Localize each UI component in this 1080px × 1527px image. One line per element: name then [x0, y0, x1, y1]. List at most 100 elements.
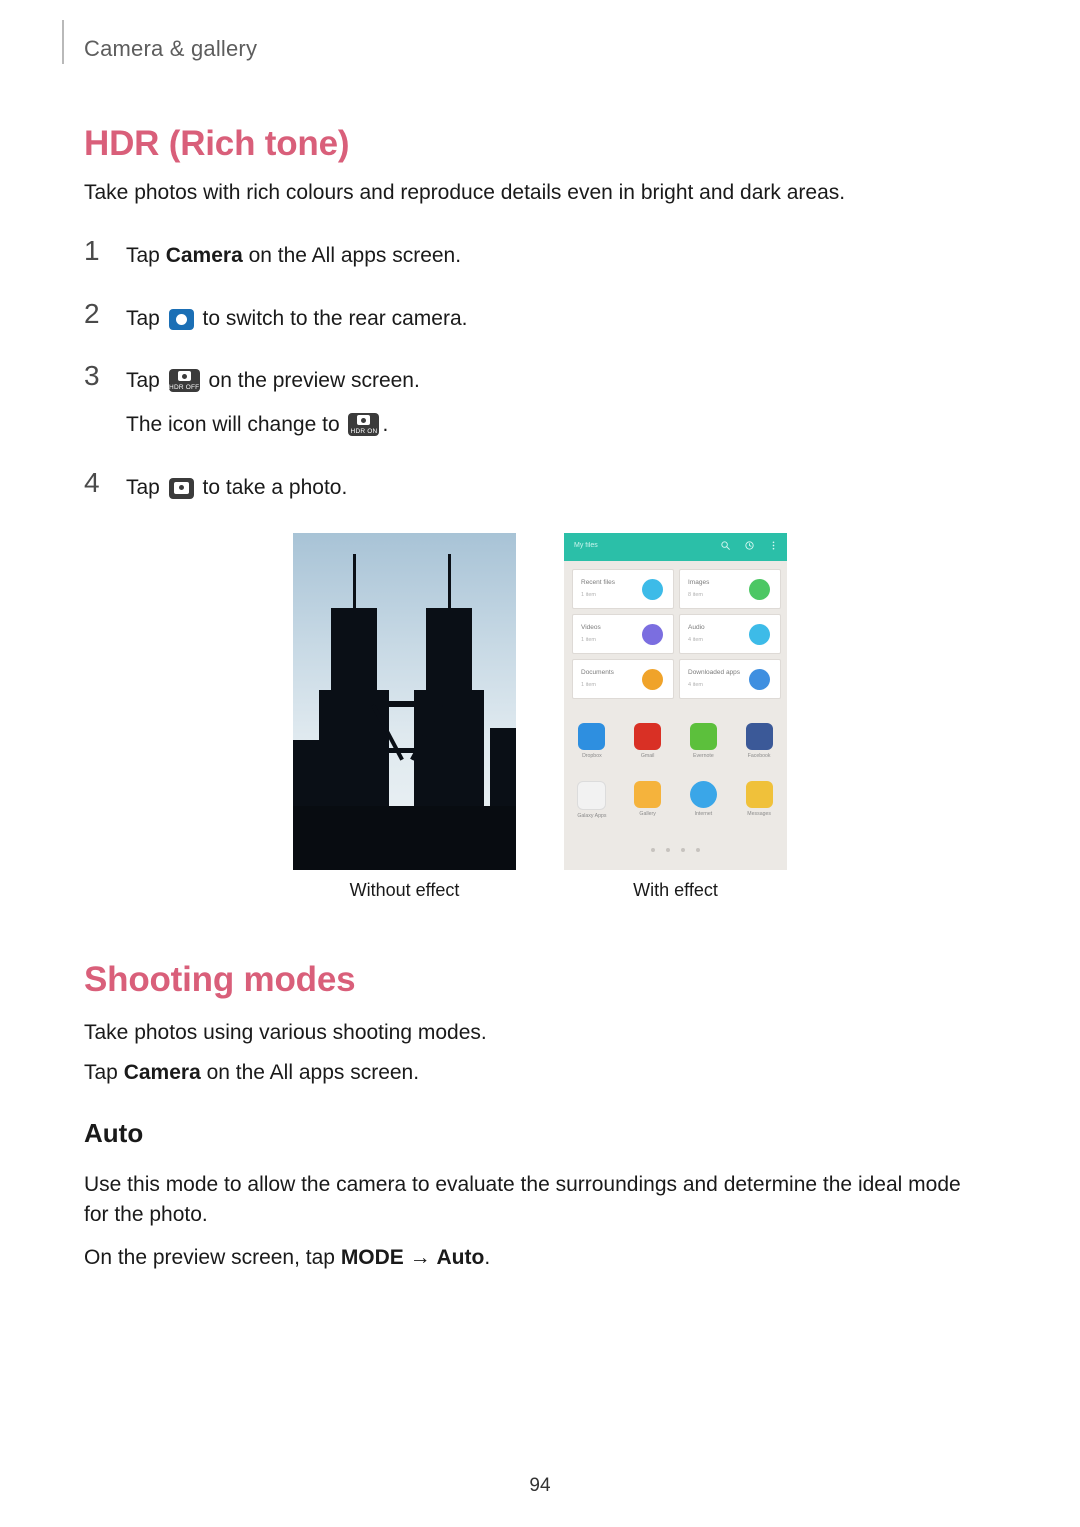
app-label: Dropbox [582, 753, 602, 759]
app-shortcut[interactable]: Messages [736, 781, 782, 819]
shooting-action-bold: Camera [123, 1061, 201, 1084]
step-2-post: to switch to the rear camera. [196, 307, 468, 330]
auto-action-arrow: → [403, 1246, 437, 1269]
step-3-sub-text: The icon will change to HDR ON. [126, 409, 984, 440]
app-label: Galaxy Apps [577, 813, 607, 819]
app-shortcut[interactable]: Internet [680, 781, 726, 819]
internet-icon [689, 781, 717, 808]
card-documents[interactable]: Documents 1 item [572, 659, 674, 699]
page-title-hdr: HDR (Rich tone) [84, 124, 350, 163]
app-shortcut[interactable]: Galaxy Apps [569, 781, 615, 819]
step-4-pre: Tap [126, 476, 166, 499]
page-indicator-dots [564, 848, 787, 852]
facebook-icon [745, 723, 773, 750]
evernote-icon [689, 723, 717, 750]
more-options-icon [772, 541, 775, 550]
apps-row-2: Galaxy Apps Gallery Internet Messages [564, 781, 787, 819]
step-2-pre: Tap [126, 307, 166, 330]
skybridge-lower [353, 748, 456, 753]
audio-icon [749, 624, 770, 645]
messages-icon [745, 781, 773, 808]
page-dot [696, 848, 700, 852]
card-subtitle: 1 item [581, 637, 596, 643]
card-audio[interactable]: Audio 4 item [679, 614, 781, 654]
auto-action-bold-mode: MODE [340, 1246, 404, 1269]
card-title: Downloaded apps [688, 669, 741, 676]
step-2-number: 2 [84, 298, 100, 329]
photo-foreground [293, 806, 516, 870]
card-subtitle: 4 item [688, 637, 703, 643]
card-subtitle: 1 item [581, 592, 596, 598]
page-dot [681, 848, 685, 852]
step-4-post: to take a photo. [196, 476, 348, 499]
step-2-text: Tap to switch to the rear camera. [126, 303, 984, 334]
app-label: Gallery [639, 811, 656, 817]
auto-description: Use this mode to allow the camera to eva… [84, 1173, 961, 1226]
card-title: Images [688, 579, 710, 586]
step-1-text: Tap Camera on the All apps screen. [126, 240, 984, 271]
caption-with-effect: With effect [633, 880, 718, 900]
shooting-action-post: on the All apps screen. [200, 1061, 420, 1084]
card-title: Audio [688, 624, 705, 631]
app-shortcut[interactable]: Facebook [736, 723, 782, 759]
step-3-subline: The icon will change to HDR ON. [84, 409, 984, 440]
hdr-off-icon: HDR OFF [168, 369, 200, 392]
step-2: 2 Tap to switch to the rear camera. [84, 298, 984, 334]
card-title: Documents [581, 669, 614, 676]
step-3-text: Tap HDR OFF on the preview screen. [126, 365, 984, 396]
card-recent-files[interactable]: Recent files 1 item [572, 569, 674, 609]
app-shortcut[interactable]: Evernote [680, 723, 726, 759]
step-3-sub-post: . [382, 413, 389, 436]
step-3-post: on the preview screen. [202, 369, 420, 392]
step-3-sub-pre: The icon will change to [126, 413, 346, 436]
videos-icon [642, 624, 663, 645]
recent-files-icon [642, 579, 663, 600]
hdr-intro-text: Take photos with rich colours and reprod… [84, 181, 846, 204]
search-icon [721, 541, 730, 550]
app-label: Evernote [692, 753, 714, 759]
figure-with-effect: My files Recent files 1 item Images 8 it… [564, 533, 787, 870]
app-bar-actions [720, 540, 779, 551]
app-bar-title: My files [574, 542, 598, 549]
hdr-on-icon: HDR ON [348, 413, 380, 436]
downloaded-apps-icon [749, 669, 770, 690]
app-label: Messages [747, 811, 771, 817]
app-shortcut[interactable]: Gallery [625, 781, 671, 819]
page-number: 94 [529, 1475, 551, 1496]
step-3-pre: Tap [126, 369, 166, 392]
card-downloaded-apps[interactable]: Downloaded apps 4 item [679, 659, 781, 699]
step-1-post: on the All apps screen. [242, 244, 462, 267]
switch-camera-icon [168, 309, 194, 330]
page-dot [651, 848, 655, 852]
subsection-title-auto: Auto [84, 1118, 144, 1148]
app-shortcut[interactable]: Dropbox [569, 723, 615, 759]
step-3-number: 3 [84, 360, 100, 391]
step-1: 1 Tap Camera on the All apps screen. [84, 235, 984, 271]
card-videos[interactable]: Videos 1 item [572, 614, 674, 654]
hdr-off-camera-glyph [177, 371, 191, 381]
hdr-on-label: HDR ON [350, 428, 378, 435]
hdr-off-label: HDR OFF [169, 384, 200, 391]
galaxy-apps-icon [577, 781, 607, 810]
app-shortcut[interactable]: Gmail [625, 723, 671, 759]
card-subtitle: 4 item [688, 682, 703, 688]
gmail-icon [634, 723, 662, 750]
auto-action-pre: On the preview screen, tap [84, 1246, 341, 1269]
app-label: Gmail [640, 753, 655, 759]
figure-without-effect [293, 533, 516, 870]
card-subtitle: 1 item [581, 682, 596, 688]
step-4-text: Tap to take a photo. [126, 472, 984, 503]
card-images[interactable]: Images 8 item [679, 569, 781, 609]
images-icon [749, 579, 770, 600]
shutter-camera-glyph [173, 482, 189, 494]
step-3: 3 Tap HDR OFF on the preview screen. [84, 360, 984, 396]
documents-icon [642, 669, 663, 690]
step-4-number: 4 [84, 467, 100, 498]
card-subtitle: 8 item [688, 592, 703, 598]
shooting-modes-action: Tap Camera on the All apps screen. [84, 1058, 984, 1088]
page-dot [666, 848, 670, 852]
hdr-on-camera-glyph [357, 415, 371, 425]
document-page: Camera & gallery HDR (Rich tone) Take ph… [0, 0, 1080, 1527]
file-manager-screenshot: My files Recent files 1 item Images 8 it… [564, 533, 787, 870]
apps-row-1: Dropbox Gmail Evernote Facebook [564, 723, 787, 759]
